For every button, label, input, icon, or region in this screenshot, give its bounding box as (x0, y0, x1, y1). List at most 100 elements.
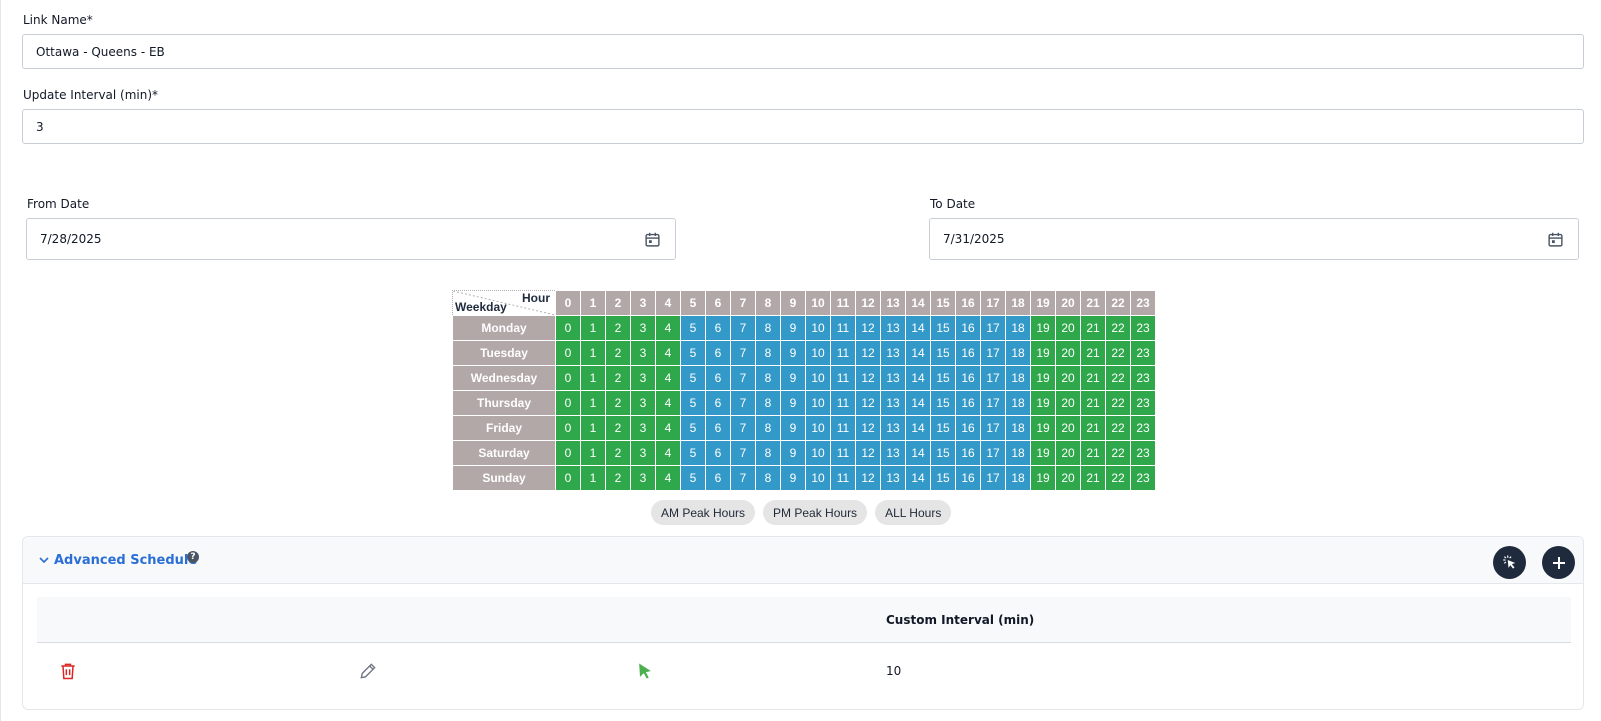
grid-cell[interactable]: 7 (730, 390, 756, 416)
grid-cell[interactable]: 6 (705, 315, 731, 341)
grid-cell[interactable]: 22 (1105, 465, 1131, 491)
hour-header-22[interactable]: 22 (1105, 290, 1131, 316)
grid-cell[interactable]: 3 (630, 465, 656, 491)
grid-cell[interactable]: 8 (755, 390, 781, 416)
grid-cell[interactable]: 13 (880, 415, 906, 441)
grid-cell[interactable]: 10 (805, 365, 831, 391)
grid-cell[interactable]: 15 (930, 390, 956, 416)
grid-cell[interactable]: 3 (630, 390, 656, 416)
grid-cell[interactable]: 16 (955, 440, 981, 466)
grid-cell[interactable]: 11 (830, 440, 856, 466)
grid-cell[interactable]: 17 (980, 415, 1006, 441)
hour-header-13[interactable]: 13 (880, 290, 906, 316)
advanced-schedule-title[interactable]: Advanced Schedule (54, 553, 197, 568)
grid-cell[interactable]: 1 (580, 465, 606, 491)
grid-cell[interactable]: 4 (655, 390, 681, 416)
grid-cell[interactable]: 4 (655, 340, 681, 366)
grid-cell[interactable]: 19 (1030, 440, 1056, 466)
grid-cell[interactable]: 0 (555, 365, 581, 391)
grid-cell[interactable]: 20 (1055, 440, 1081, 466)
grid-cell[interactable]: 7 (730, 340, 756, 366)
day-header-wednesday[interactable]: Wednesday (452, 365, 556, 391)
grid-cell[interactable]: 15 (930, 415, 956, 441)
grid-cell[interactable]: 7 (730, 440, 756, 466)
day-header-tuesday[interactable]: Tuesday (452, 340, 556, 366)
grid-cell[interactable]: 14 (905, 415, 931, 441)
grid-cell[interactable]: 21 (1080, 390, 1106, 416)
grid-cell[interactable]: 18 (1005, 440, 1031, 466)
all-hours-button[interactable]: ALL Hours (875, 500, 952, 525)
grid-cell[interactable]: 2 (605, 315, 631, 341)
grid-cell[interactable]: 0 (555, 390, 581, 416)
grid-cell[interactable]: 12 (855, 390, 881, 416)
grid-cell[interactable]: 15 (930, 440, 956, 466)
grid-cell[interactable]: 23 (1130, 315, 1156, 341)
grid-cell[interactable]: 10 (805, 415, 831, 441)
day-header-thursday[interactable]: Thursday (452, 390, 556, 416)
grid-cell[interactable]: 19 (1030, 465, 1056, 491)
grid-cell[interactable]: 7 (730, 365, 756, 391)
hour-header-7[interactable]: 7 (730, 290, 756, 316)
grid-cell[interactable]: 0 (555, 465, 581, 491)
hour-header-5[interactable]: 5 (680, 290, 706, 316)
hour-header-9[interactable]: 9 (780, 290, 806, 316)
grid-cell[interactable]: 23 (1130, 415, 1156, 441)
grid-cell[interactable]: 13 (880, 315, 906, 341)
grid-cell[interactable]: 2 (605, 340, 631, 366)
grid-cell[interactable]: 14 (905, 365, 931, 391)
grid-cell[interactable]: 9 (780, 340, 806, 366)
grid-cell[interactable]: 11 (830, 465, 856, 491)
day-header-friday[interactable]: Friday (452, 415, 556, 441)
grid-cell[interactable]: 22 (1105, 315, 1131, 341)
grid-cell[interactable]: 21 (1080, 465, 1106, 491)
grid-cell[interactable]: 17 (980, 315, 1006, 341)
grid-cell[interactable]: 22 (1105, 390, 1131, 416)
grid-cell[interactable]: 13 (880, 365, 906, 391)
grid-cell[interactable]: 10 (805, 465, 831, 491)
grid-cell[interactable]: 12 (855, 440, 881, 466)
help-icon[interactable]: ? (187, 551, 199, 563)
grid-cell[interactable]: 19 (1030, 340, 1056, 366)
grid-cell[interactable]: 13 (880, 440, 906, 466)
grid-cell[interactable]: 20 (1055, 340, 1081, 366)
grid-cell[interactable]: 2 (605, 365, 631, 391)
grid-cell[interactable]: 7 (730, 315, 756, 341)
grid-cell[interactable]: 1 (580, 315, 606, 341)
grid-cell[interactable]: 17 (980, 340, 1006, 366)
grid-cell[interactable]: 16 (955, 315, 981, 341)
hour-header-6[interactable]: 6 (705, 290, 731, 316)
grid-cell[interactable]: 16 (955, 465, 981, 491)
grid-cell[interactable]: 14 (905, 465, 931, 491)
grid-cell[interactable]: 3 (630, 415, 656, 441)
grid-cell[interactable]: 5 (680, 415, 706, 441)
hour-header-10[interactable]: 10 (805, 290, 831, 316)
grid-cell[interactable]: 18 (1005, 465, 1031, 491)
grid-cell[interactable]: 0 (555, 315, 581, 341)
grid-cell[interactable]: 22 (1105, 415, 1131, 441)
hour-header-11[interactable]: 11 (830, 290, 856, 316)
grid-cell[interactable]: 22 (1105, 340, 1131, 366)
hour-header-14[interactable]: 14 (905, 290, 931, 316)
grid-cell[interactable]: 0 (555, 340, 581, 366)
grid-cell[interactable]: 8 (755, 315, 781, 341)
grid-cell[interactable]: 0 (555, 440, 581, 466)
hour-header-21[interactable]: 21 (1080, 290, 1106, 316)
hour-header-0[interactable]: 0 (555, 290, 581, 316)
grid-cell[interactable]: 21 (1080, 415, 1106, 441)
grid-cell[interactable]: 6 (705, 415, 731, 441)
grid-cell[interactable]: 6 (705, 390, 731, 416)
grid-cell[interactable]: 19 (1030, 415, 1056, 441)
grid-cell[interactable]: 1 (580, 390, 606, 416)
grid-cell[interactable]: 9 (780, 315, 806, 341)
grid-cell[interactable]: 9 (780, 365, 806, 391)
day-header-monday[interactable]: Monday (452, 315, 556, 341)
grid-cell[interactable]: 20 (1055, 365, 1081, 391)
grid-cell[interactable]: 8 (755, 465, 781, 491)
grid-cell[interactable]: 20 (1055, 465, 1081, 491)
grid-cell[interactable]: 11 (830, 415, 856, 441)
update-interval-input[interactable]: 3 (22, 109, 1584, 144)
hour-header-2[interactable]: 2 (605, 290, 631, 316)
grid-cell[interactable]: 6 (705, 440, 731, 466)
grid-cell[interactable]: 12 (855, 465, 881, 491)
grid-cell[interactable]: 17 (980, 440, 1006, 466)
